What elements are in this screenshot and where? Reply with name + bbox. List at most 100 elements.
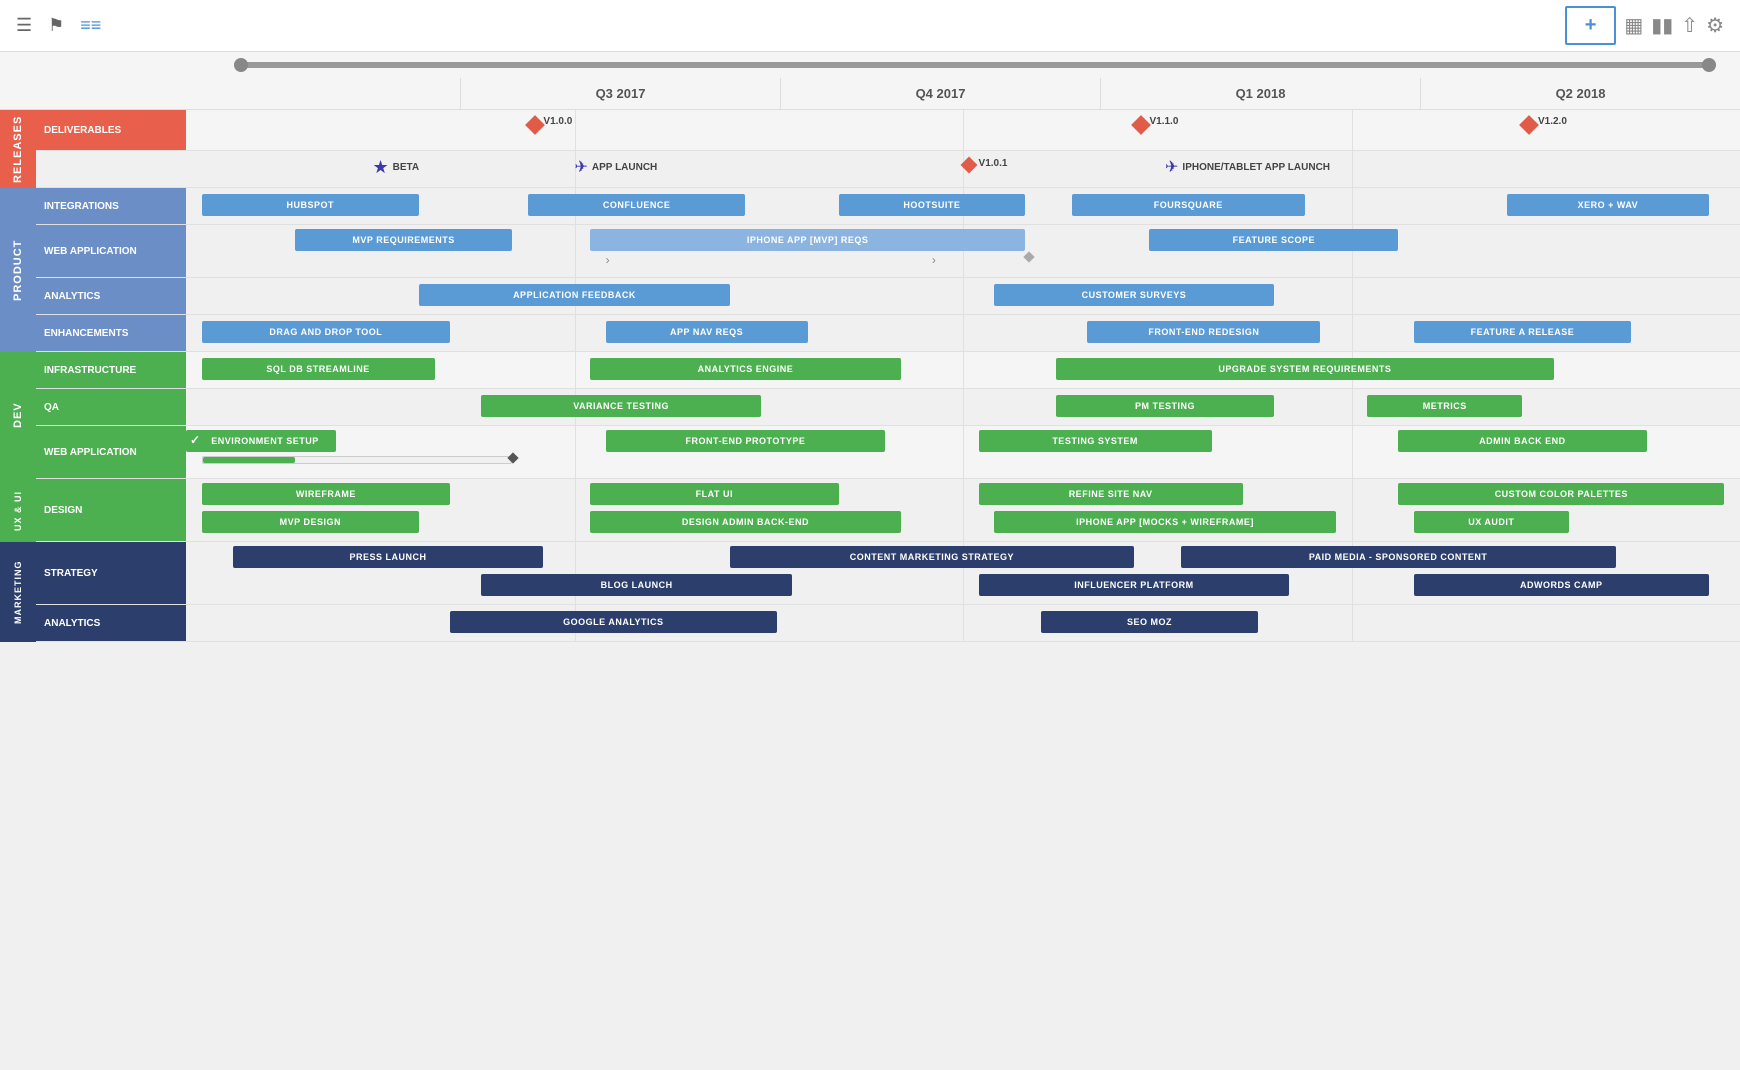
product-rows: INTEGRATIONS HUBSPOT CONFLUENCE HOOTSUIT… xyxy=(36,188,1740,352)
bar-iphone-mvp: IPHONE APP [MVP] REQS xyxy=(590,229,1025,251)
marketing-strategy-row: STRATEGY PRESS LAUNCH CONTENT MARKETING … xyxy=(36,542,1740,605)
bar-content-mktg: CONTENT MARKETING STRATEGY xyxy=(730,546,1134,568)
qd9 xyxy=(1352,278,1353,314)
deliverables-label: DELIVERABLES xyxy=(36,110,186,150)
bar-frontend-proto: FRONT-END PROTOTYPE xyxy=(606,430,886,452)
dev-infra-row: INFRASTRUCTURE SQL DB STREAMLINE ANALYTI… xyxy=(36,352,1740,389)
deliverables-label2 xyxy=(36,151,186,187)
integrations-label: INTEGRATIONS xyxy=(36,188,186,224)
quarter-q2-2018: Q2 2018 xyxy=(1420,78,1740,109)
iphone-launch-label: IPHONE/TABLET APP LAUNCH xyxy=(1182,162,1330,173)
releases-chart-top: V1.0.0 V1.1.0 V1.2.0 xyxy=(186,110,1740,150)
filter-icon[interactable]: ▦ xyxy=(1624,13,1643,38)
sub-diamond2 xyxy=(508,452,519,463)
qa-chart: VARIANCE TESTING PM TESTING METRICS xyxy=(186,389,1740,425)
qd11 xyxy=(963,315,964,351)
bar-sql-streamline: SQL DB STREAMLINE xyxy=(202,358,435,380)
qd12 xyxy=(1352,315,1353,351)
bar-feature-a-release: FEATURE A RELEASE xyxy=(1414,321,1632,343)
ux-design-row: DESIGN WIREFRAME FLAT UI REFINE SITE NAV… xyxy=(36,479,1740,542)
ux-label: UX & UI xyxy=(0,479,36,542)
marketing-rows: STRATEGY PRESS LAUNCH CONTENT MARKETING … xyxy=(36,542,1740,642)
quarter-q1-2018: Q1 2018 xyxy=(1100,78,1420,109)
q-div-1 xyxy=(575,110,576,150)
qd10 xyxy=(575,315,576,351)
slider-thumb-left[interactable] xyxy=(234,58,248,72)
milestone-v110 xyxy=(1134,118,1148,132)
releases-deliverables-row2: ★ BETA ✈ APP LAUNCH xyxy=(36,151,1740,188)
diamond-v120 xyxy=(1520,115,1540,135)
dev-section: DEV INFRASTRUCTURE SQL DB STREAMLINE ANA… xyxy=(0,352,1740,479)
ux-rows: DESIGN WIREFRAME FLAT UI REFINE SITE NAV… xyxy=(36,479,1740,542)
bar-pm-testing: PM TESTING xyxy=(1056,395,1274,417)
export-icon[interactable]: ⇧ xyxy=(1681,13,1698,38)
milestone-v110-label: V1.1.0 xyxy=(1149,116,1178,127)
diamond-v101 xyxy=(961,157,978,174)
chevron-icon: ✓ xyxy=(190,433,201,447)
design-label: DESIGN xyxy=(36,479,186,541)
dev-rows: INFRASTRUCTURE SQL DB STREAMLINE ANALYTI… xyxy=(36,352,1740,479)
qd17 xyxy=(963,389,964,425)
analytics-chart: APPLICATION FEEDBACK CUSTOMER SURVEYS xyxy=(186,278,1740,314)
env-setup-bar-wrapper: ✓ ENVIRONMENT SETUP xyxy=(186,430,336,452)
bar-google-analytics: GOOGLE ANALYTICS xyxy=(450,611,776,633)
qd18 xyxy=(1352,389,1353,425)
bar-customer-surveys: CUSTOMER SURVEYS xyxy=(994,284,1274,306)
columns-icon[interactable]: ▮▮ xyxy=(1651,13,1673,38)
gantt-body: RELEASES DELIVERABLES xyxy=(0,110,1740,642)
bar-admin-backend: ADMIN BACK END xyxy=(1398,430,1647,452)
strategy-label: STRATEGY xyxy=(36,542,186,604)
view-toggle-icon[interactable]: ≡≡ xyxy=(80,15,101,36)
quarter-q4-2017: Q4 2017 xyxy=(780,78,1100,109)
qd13 xyxy=(575,352,576,388)
infra-chart: SQL DB STREAMLINE ANALYTICS ENGINE UPGRA… xyxy=(186,352,1740,388)
qd21 xyxy=(1352,426,1353,478)
beta-label: BETA xyxy=(393,162,419,173)
bar-foursquare: FOURSQUARE xyxy=(1072,194,1305,216)
list-icon[interactable]: ☰ xyxy=(16,15,32,36)
diamond-v100 xyxy=(525,115,545,135)
settings-icon[interactable]: ⚙ xyxy=(1706,13,1724,38)
sub-arrow-2: › xyxy=(932,253,936,267)
qd30 xyxy=(1352,605,1353,641)
bar-xero: XERO + WAV xyxy=(1507,194,1709,216)
slider-track[interactable] xyxy=(234,62,1716,68)
dev-webapp-row: WEB APPLICATION ✓ ENVIRONMENT SETUP xyxy=(36,426,1740,479)
slider-thumb-right[interactable] xyxy=(1702,58,1716,72)
plane-icon-2: ✈ xyxy=(1165,157,1178,177)
marketing-section: MARKETING STRATEGY PRESS LAUNCH CONTENT … xyxy=(0,542,1740,642)
qd29 xyxy=(963,605,964,641)
app-launch-milestone: ✈ APP LAUNCH xyxy=(575,157,658,177)
milestone-v100-label: V1.0.0 xyxy=(543,116,572,127)
releases-label: RELEASES xyxy=(0,110,36,188)
enhancements-label: ENHANCEMENTS xyxy=(36,315,186,351)
strategy-chart: PRESS LAUNCH CONTENT MARKETING STRATEGY … xyxy=(186,542,1740,604)
bar-mvp-req: MVP REQUIREMENTS xyxy=(295,229,513,251)
bar-adwords: ADWORDS CAMP xyxy=(1414,574,1709,596)
webapp-chart: MVP REQUIREMENTS IPHONE APP [MVP] REQS F… xyxy=(186,225,1740,277)
flag-icon[interactable]: ⚑ xyxy=(48,15,64,36)
beta-milestone: ★ BETA xyxy=(372,157,419,178)
analytics-label-prod: ANALYTICS xyxy=(36,278,186,314)
bar-paid-media: PAID MEDIA - SPONSORED CONTENT xyxy=(1181,546,1616,568)
qa-label: QA xyxy=(36,389,186,425)
bar-hootsuite: HOOTSUITE xyxy=(839,194,1025,216)
bar-frontend-redesign: FRONT-END REDESIGN xyxy=(1087,321,1320,343)
bar-metrics: METRICS xyxy=(1367,395,1522,417)
timeline-slider-area xyxy=(0,52,1740,78)
bar-upgrade-sys: UPGRADE SYSTEM REQUIREMENTS xyxy=(1056,358,1553,380)
qd23 xyxy=(963,479,964,541)
qd20 xyxy=(963,426,964,478)
toolbar-right: + ▦ ▮▮ ⇧ ⚙ xyxy=(1565,6,1724,45)
add-button[interactable]: + xyxy=(1565,6,1617,45)
releases-rows: DELIVERABLES V1.0.0 xyxy=(36,110,1740,188)
dev-label: DEV xyxy=(0,352,36,479)
product-integrations-row: INTEGRATIONS HUBSPOT CONFLUENCE HOOTSUIT… xyxy=(36,188,1740,225)
toolbar-left: ☰ ⚑ ≡≡ xyxy=(16,15,101,36)
milestone-v101-label: V1.0.1 xyxy=(979,158,1008,169)
sub-progress-bar xyxy=(202,456,513,464)
dev-webapp-chart: ✓ ENVIRONMENT SETUP FRONT-END PROTOTYPE … xyxy=(186,426,1740,478)
analytics-label-mktg: ANALYTICS xyxy=(36,605,186,641)
milestone-v120-label: V1.2.0 xyxy=(1538,116,1567,127)
app-launch-label: APP LAUNCH xyxy=(592,162,657,173)
